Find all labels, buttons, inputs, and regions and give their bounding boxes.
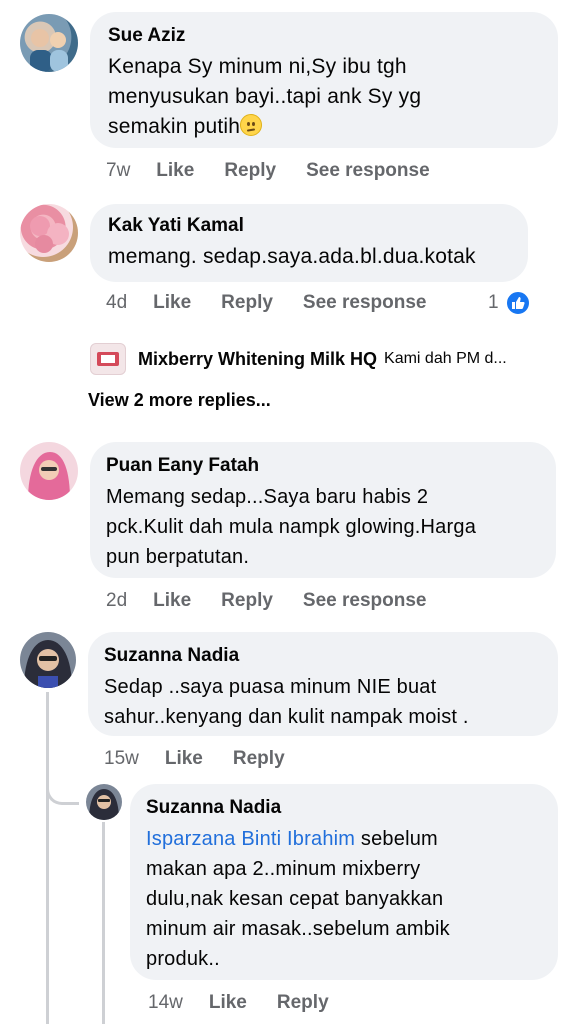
timestamp[interactable]: 2d: [106, 590, 127, 612]
confused-emoji-icon: [240, 114, 263, 136]
like-button[interactable]: Like: [153, 292, 191, 314]
like-button[interactable]: Like: [165, 748, 203, 770]
comment-bubble: Kak Yati Kamal memang. sedap.saya.ada.bl…: [90, 204, 528, 282]
comment-text: Sedap ..saya puasa minum NIE buat sahur.…: [104, 676, 469, 728]
comment-author[interactable]: Puan Eany Fatah: [106, 454, 540, 478]
reply-bubble: Suzanna Nadia Isparzana Binti Ibrahim se…: [130, 784, 558, 980]
comment-author[interactable]: Kak Yati Kamal: [108, 214, 510, 238]
comment-actions: 2d Like Reply See response: [106, 590, 457, 612]
comment-bubble: Puan Eany Fatah Memang sedap...Saya baru…: [90, 442, 556, 578]
reply-snippet: Kami dah PM d...: [384, 350, 507, 367]
see-response-button[interactable]: See response: [306, 160, 430, 182]
thread-line: [102, 822, 105, 1024]
reply-button[interactable]: Reply: [221, 292, 273, 314]
reply-preview[interactable]: Mixberry Whitening Milk HQ Kami dah PM d…: [90, 343, 570, 375]
reply-button[interactable]: Reply: [233, 748, 285, 770]
reaction-count[interactable]: 1: [488, 290, 531, 316]
reply-text: Isparzana Binti Ibrahim sebelum makan ap…: [146, 828, 450, 970]
timestamp[interactable]: 4d: [106, 292, 127, 314]
comments-page: Sue Aziz Kenapa Sy minum ni,Sy ibu tgh m…: [0, 0, 576, 1024]
comment-bubble: Suzanna Nadia Sedap ..saya puasa minum N…: [88, 632, 558, 736]
comment-actions: 7w Like Reply See response: [106, 160, 460, 182]
comment-bubble: Sue Aziz Kenapa Sy minum ni,Sy ibu tgh m…: [90, 12, 558, 148]
comment-author[interactable]: Sue Aziz: [108, 24, 540, 48]
timestamp[interactable]: 15w: [104, 748, 139, 770]
avatar-suzanna-nadia-reply[interactable]: [86, 784, 122, 820]
avatar-photo-icon: [30, 216, 69, 253]
reply-connector: [46, 780, 79, 805]
reply-button[interactable]: Reply: [277, 992, 329, 1014]
reply-button[interactable]: Reply: [224, 160, 276, 182]
avatar-photo-icon: [30, 29, 68, 72]
avatar-photo-icon: [89, 789, 119, 820]
avatar-photo-icon: [24, 640, 72, 688]
reply-button[interactable]: Reply: [221, 590, 273, 612]
avatar-photo-icon: [28, 452, 70, 500]
reply-actions: 14w Like Reply: [148, 992, 359, 1014]
reply-author[interactable]: Mixberry Whitening Milk HQ: [138, 349, 377, 370]
like-button[interactable]: Like: [209, 992, 247, 1014]
thread-line: [46, 692, 49, 1024]
comment-text: memang. sedap.saya.ada.bl.dua.kotak: [108, 245, 476, 268]
comment-actions: 4d Like Reply See response: [106, 292, 457, 314]
like-button[interactable]: Like: [153, 590, 191, 612]
avatar-sue-aziz[interactable]: [20, 14, 78, 72]
page-avatar: [90, 343, 126, 375]
mention-link[interactable]: Isparzana Binti Ibrahim: [146, 828, 355, 850]
avatar-puan-eany-fatah[interactable]: [20, 442, 78, 500]
view-more-replies-link[interactable]: View 2 more replies...: [88, 390, 271, 411]
comment-text: Kenapa Sy minum ni,Sy ibu tgh menyusukan…: [108, 55, 422, 138]
comment-text: Memang sedap...Saya baru habis 2 pck.Kul…: [106, 486, 477, 568]
like-thumb-icon: [504, 290, 531, 316]
avatar-kak-yati-kamal[interactable]: [20, 204, 78, 262]
avatar-suzanna-nadia[interactable]: [20, 632, 76, 688]
comment-actions: 15w Like Reply: [104, 748, 315, 770]
comment-author[interactable]: Suzanna Nadia: [104, 644, 542, 668]
timestamp[interactable]: 14w: [148, 992, 183, 1014]
comment-author[interactable]: Suzanna Nadia: [146, 796, 542, 820]
see-response-button[interactable]: See response: [303, 590, 427, 612]
see-response-button[interactable]: See response: [303, 292, 427, 314]
timestamp[interactable]: 7w: [106, 160, 130, 182]
like-button[interactable]: Like: [156, 160, 194, 182]
